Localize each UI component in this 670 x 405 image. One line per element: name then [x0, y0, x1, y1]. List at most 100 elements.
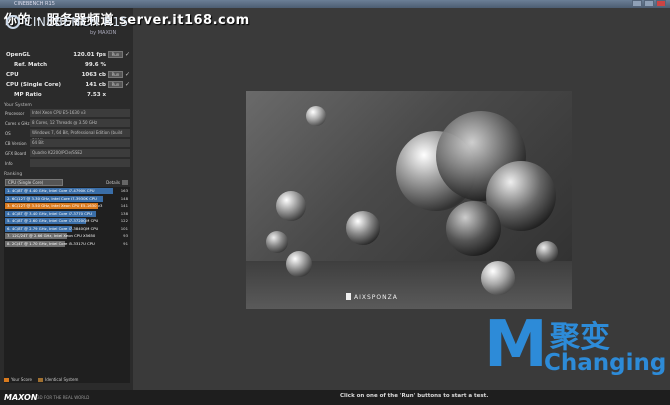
ranking-label: 2. 6C/12T @ 3.30 GHz, Intel Core i7-3930… [7, 195, 97, 201]
overlay-logo-letter: M [484, 308, 548, 382]
ranking-dropdown[interactable]: CPU (Single Core) [5, 179, 63, 186]
result-opengl: OpenGL 120.01 fps Run ✓ [4, 50, 130, 60]
maximize-button[interactable] [644, 0, 654, 7]
details-button[interactable]: Details [106, 180, 120, 185]
ranking-label: 1. 4C/8T @ 4.40 GHz, Intel Core i7-4790K… [7, 188, 95, 193]
ranking-score: 101 [120, 225, 128, 231]
run-cpu-button[interactable]: Run [108, 71, 123, 78]
ranking-score: 93 [123, 233, 128, 238]
overlay-logo-english: Changing [544, 350, 667, 376]
legend-identical: Identical System [38, 377, 78, 382]
render-sphere [286, 251, 312, 277]
ranking-item[interactable]: 2. 6C/12T @ 3.30 GHz, Intel Core i7-3930… [4, 195, 130, 203]
render-sphere [306, 106, 326, 126]
ranking-label: 3. 6C/12T @ 3.50 GHz, Intel Xeon CPU E5-… [7, 203, 103, 208]
ranking-item[interactable]: 1. 4C/8T @ 4.40 GHz, Intel Core i7-4790K… [4, 187, 130, 195]
check-icon: ✓ [124, 51, 130, 58]
system-value: Windows 7, 64 Bit, Professional Edition … [30, 129, 130, 143]
result-label: OpenGL [6, 52, 31, 58]
run-cpu-single-button[interactable]: Run [108, 81, 123, 88]
aixsponza-logo-icon [346, 293, 351, 300]
result-label: MP Ratio [14, 92, 42, 98]
result-value: 120.01 fps [73, 52, 106, 58]
ranking-legend: Your Score Identical System [4, 377, 78, 382]
window-title: CINEBENCH R15 [14, 1, 55, 7]
ranking-item[interactable]: 8. 2C/4T @ 1.70 GHz, Intel Core i5-3317U… [4, 240, 130, 248]
system-row: CB Version 64 Bit [4, 139, 130, 148]
ranking-list[interactable]: 1. 4C/8T @ 4.40 GHz, Intel Core i7-4790K… [4, 187, 130, 383]
legend-your-score: Your Score [4, 377, 32, 382]
ranking-score: 148 [120, 195, 128, 201]
ranking-label: 7. 12C/24T @ 2.66 GHz, Intel Xeon CPU X5… [7, 233, 96, 238]
render-credit: AIXSPONZA [354, 294, 398, 301]
ranking-item[interactable]: 4. 4C/8T @ 3.40 GHz, Intel Core i7-3770 … [4, 210, 130, 218]
ranking-item[interactable]: 5. 4C/8T @ 2.60 GHz, Intel Core i7-3720Q… [4, 217, 130, 225]
check-icon: ✓ [124, 71, 130, 78]
system-key: Info [5, 161, 13, 166]
system-value: Quadro K2200/PCIe/SSE2 [30, 149, 130, 157]
legend-label: Identical System [45, 377, 79, 382]
results-panel: OpenGL 120.01 fps Run ✓ Ref. Match 99.6 … [4, 50, 130, 100]
render-sphere [446, 201, 501, 256]
result-value: 141 cb [85, 82, 106, 88]
render-sphere [481, 261, 515, 295]
result-value: 99.6 % [85, 62, 106, 68]
result-value: 7.53 x [86, 92, 106, 98]
title-bar: CINEBENCH R15 [0, 0, 670, 8]
result-label: CPU (Single Core) [6, 82, 61, 88]
close-button[interactable] [656, 0, 666, 7]
result-mp-ratio: MP Ratio 7.53 x [4, 90, 130, 100]
ranking-section: Ranking CPU (Single Core) Details 1. 4C/… [4, 172, 130, 383]
logo-name: CINEBENCH R15 [24, 15, 129, 29]
system-value[interactable] [30, 159, 130, 167]
system-row: OS Windows 7, 64 Bit, Professional Editio… [4, 129, 130, 143]
maxon-logo: MAXON [4, 393, 38, 402]
maxon-tagline: 3D FOR THE REAL WORLD [37, 395, 90, 400]
ranking-score: 91 [123, 240, 128, 246]
system-key: Processor [5, 111, 25, 116]
system-value: 8 Cores, 12 Threads @ 3.50 GHz [30, 119, 130, 127]
system-key: Cores x GHz [5, 121, 30, 126]
legend-swatch [4, 378, 9, 382]
system-value: Intel Xeon CPU E5-1630 v3 [30, 109, 130, 117]
render-sphere [276, 191, 306, 221]
result-cpu: CPU 1063 cb Run ✓ [4, 70, 130, 80]
cinebench-logo: CINEBENCH R15 by MAXON [4, 11, 130, 41]
ranking-item[interactable]: 6. 4C/8T @ 2.79 GHz, Intel Core i7-3840Q… [4, 225, 130, 233]
render-viewport: AIXSPONZA [246, 91, 572, 309]
ranking-label: 5. 4C/8T @ 2.60 GHz, Intel Core i7-3720Q… [7, 218, 99, 223]
overlay-logo: M 聚变 Changing [484, 308, 670, 390]
ranking-header: CPU (Single Core) Details [4, 178, 130, 187]
result-label: Ref. Match [14, 62, 48, 68]
system-row: Cores x GHz 8 Cores, 12 Threads @ 3.50 GH… [4, 119, 130, 128]
render-sphere [346, 211, 380, 245]
footer-bar: MAXON 3D FOR THE REAL WORLD Click on one… [0, 390, 670, 405]
minimize-button[interactable] [632, 0, 642, 7]
ranking-score: 141 [120, 203, 128, 208]
settings-icon[interactable] [122, 180, 128, 185]
result-label: CPU [6, 72, 19, 78]
system-row: Info [4, 159, 130, 168]
run-opengl-button[interactable]: Run [108, 51, 123, 58]
ranking-score: 138 [120, 210, 128, 216]
check-icon: ✓ [124, 81, 130, 88]
ranking-item[interactable]: 7. 12C/24T @ 2.66 GHz, Intel Xeon CPU X5… [4, 232, 130, 240]
ranking-score: 163 [120, 188, 128, 193]
ranking-item[interactable]: 3. 6C/12T @ 3.50 GHz, Intel Xeon CPU E5-… [4, 202, 130, 210]
cinebench-ring-icon [6, 15, 20, 29]
system-key: OS [5, 131, 11, 136]
ranking-label: 8. 2C/4T @ 1.70 GHz, Intel Core i5-3317U… [7, 240, 95, 246]
status-message: Click on one of the 'Run' buttons to sta… [340, 393, 489, 399]
render-sphere [536, 241, 558, 263]
legend-swatch [38, 378, 44, 382]
logo-by: by MAXON [90, 30, 117, 36]
system-value: 64 Bit [30, 139, 130, 147]
result-value: 1063 cb [81, 72, 106, 78]
ranking-score: 122 [120, 218, 128, 223]
render-sphere [266, 231, 288, 253]
window-controls [632, 0, 666, 8]
ranking-label: 4. 4C/8T @ 3.40 GHz, Intel Core i7-3770 … [7, 210, 93, 216]
result-cpu-single: CPU (Single Core) 141 cb Run ✓ [4, 80, 130, 90]
legend-label: Your Score [11, 377, 33, 382]
system-row: Processor Intel Xeon CPU E5-1630 v3 [4, 109, 130, 118]
